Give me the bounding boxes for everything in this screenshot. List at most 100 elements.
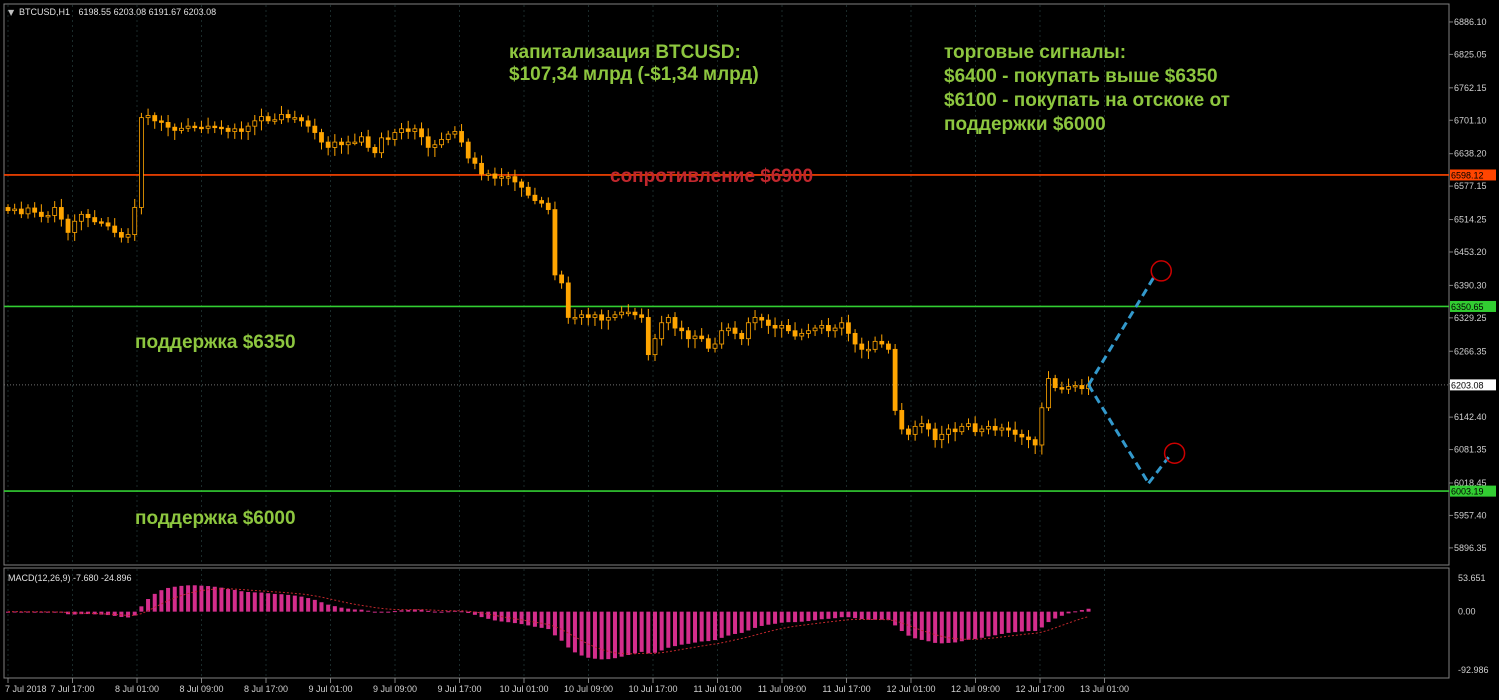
candle-body [759,317,765,321]
candle-body [679,327,685,332]
macd-bar [426,610,431,612]
candle-body [345,141,351,146]
candle-body [259,116,264,122]
candle-body [305,120,311,127]
candle-body [172,126,178,131]
resistance-label: сопротивление $6900 [610,166,813,187]
macd-bar [999,611,1004,634]
price-tick-label: 6329.25 [1454,313,1487,323]
candle-body [78,213,84,222]
time-tick-label: 7 Jul 2018 [5,684,47,694]
macd-bar [726,611,731,636]
macd-bar [646,611,651,654]
candle-body [926,423,931,430]
macd-bar [266,593,271,612]
macd-bar [833,611,838,619]
macd-bar [546,611,551,630]
candle-body [92,217,98,223]
macd-bar [893,611,898,626]
candle-body [745,322,751,340]
candle-body [319,132,324,143]
candle-body [1026,436,1031,441]
candle-body [999,427,1005,431]
candle-body [112,225,118,233]
candle-body [512,176,518,183]
macd-bar [186,585,191,612]
time-tick-label: 10 Jul 01:00 [499,684,548,694]
candle-body [932,428,938,441]
candle-body [199,126,204,130]
macd-bar [179,585,184,612]
candle-body [806,330,811,334]
candle-body [732,327,738,334]
candle-body [979,428,985,433]
candle-body [579,314,585,318]
candle-body [705,338,711,349]
price-tick-label: 5896.35 [1454,543,1487,553]
candle-body [552,209,558,276]
macd-bar [226,588,231,612]
candle-body [886,343,891,350]
macd-bar [766,611,771,625]
macd-bar [826,611,831,619]
macd-tick-label: 0.00 [1458,607,1476,617]
price-tick-label: 6762.15 [1454,83,1487,93]
candle-body [1079,385,1085,390]
macd-bar [1039,611,1044,628]
candle-body [239,128,244,132]
candle-body [299,117,304,122]
macd-bar [1073,611,1078,613]
price-chart[interactable]: 6886.10 6825.05 6762.15 6701.10 6638.20 6577.… [0,0,1499,700]
candle-body [392,132,398,140]
macd-bar [859,611,864,620]
time-tick-label: 10 Jul 17:00 [628,684,677,694]
macd-bar [933,611,938,643]
candle-body [972,423,978,433]
macd-bar [379,611,384,613]
candle-body [132,207,138,235]
candle-body [545,202,551,210]
macd-bar [399,610,404,612]
candle-body [699,335,705,340]
projection-segment [1147,456,1170,485]
time-tick-label: 11 Jul 17:00 [822,684,870,694]
macd-label: MACD(12,26,9) -7.680 -24.896 [8,573,132,583]
macd-bar [706,611,711,642]
candle-body [572,317,578,320]
macd-bar [346,608,351,612]
macd-histogram [6,585,1091,660]
macd-bar [212,586,217,612]
macd-bar [559,611,564,641]
candle-body [519,181,524,188]
candle-body [192,125,198,129]
macd-bar [512,611,517,624]
candle-body [1019,433,1025,438]
macd-bar [713,611,718,641]
macd-bar [686,611,691,644]
macd-bar [966,611,971,640]
price-tick-label: 6266.35 [1454,346,1487,356]
candle-body [479,162,484,175]
macd-tick-label: -92.986 [1458,665,1489,675]
candle-body [1032,439,1038,446]
macd-bar [366,610,371,612]
macd-bar [746,611,751,631]
macd-bar [1006,611,1011,633]
macd-bar [299,596,304,612]
candle-body [1006,427,1011,431]
candle-body [532,194,538,201]
target-circle [1150,260,1172,282]
macd-bar [352,609,357,612]
macd-bar [312,599,317,612]
candle-body [959,425,965,433]
macd-bar [1066,611,1071,614]
macd-bar [286,594,291,612]
candles [5,105,1091,455]
candle-body [986,425,991,430]
symbol-arrow-icon[interactable]: ▼ [8,8,15,17]
price-label-value: 6203.08 [1451,380,1484,390]
macd-bar [913,611,918,639]
candle-body [612,314,618,318]
cap-line-2: $107,34 млрд (-$1,34 млрд) [509,64,759,85]
candle-body [5,207,11,212]
